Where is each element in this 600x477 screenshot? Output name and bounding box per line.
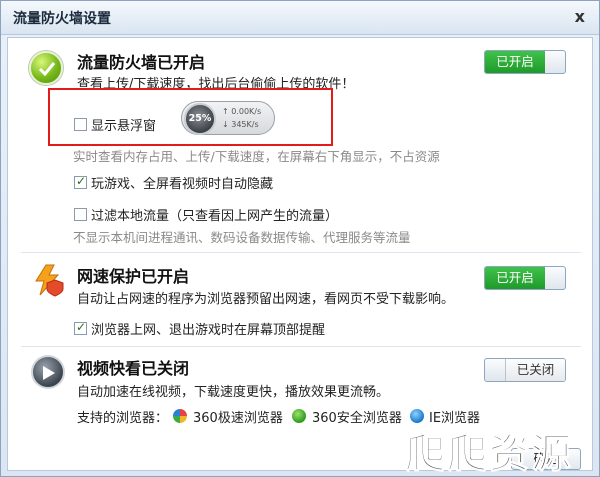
section-divider (21, 346, 581, 347)
watermark-logo: 爬爬资源 (405, 430, 573, 477)
speed-toggle-label: 已开启 (485, 267, 545, 289)
settings-window: 流量防火墙设置 x 流量防火墙已开启 查看上传/下载速度，找出后台偷偷上传的软件… (0, 0, 600, 477)
speed-title: 网速保护已开启 (77, 267, 190, 286)
browser-name: 360极速浏览器 (193, 411, 283, 426)
filter-local-label: 过滤本地流量（只查看因上网产生的流量） (91, 209, 339, 224)
float-window-description: 实时查看内存占用、上传/下载速度，在屏幕右下角显示，不占资源 (73, 149, 440, 164)
speed-description: 自动让占网速的程序为浏览器预留出网速，看网页不受下载影响。 (77, 292, 455, 307)
filter-local-checkbox[interactable] (74, 208, 87, 221)
video-toggle[interactable]: 已关闭 (484, 358, 566, 382)
firewall-toggle[interactable]: 已开启 (484, 50, 566, 74)
browser-name: 360安全浏览器 (312, 411, 402, 426)
video-play-icon (31, 355, 65, 389)
close-icon[interactable]: x (575, 7, 585, 26)
autohide-label: 玩游戏、全屏看视频时自动隐藏 (91, 177, 274, 192)
notify-label: 浏览器上网、退出游戏时在屏幕顶部提醒 (91, 323, 326, 338)
video-toggle-label: 已关闭 (505, 359, 565, 381)
window-title: 流量防火墙设置 (13, 11, 111, 27)
360-extreme-browser-icon (173, 409, 187, 423)
firewall-title: 流量防火墙已开启 (77, 53, 206, 72)
firewall-icon (29, 51, 63, 85)
highlight-box (48, 88, 333, 146)
section-divider (21, 252, 581, 253)
speed-shield-icon (31, 263, 65, 297)
autohide-checkbox[interactable] (74, 174, 87, 189)
video-title: 视频快看已关闭 (77, 359, 190, 378)
360-safe-browser-icon (292, 409, 306, 423)
firewall-toggle-label: 已开启 (485, 51, 545, 73)
title-bar: 流量防火墙设置 x (1, 1, 599, 35)
notify-checkbox[interactable] (74, 320, 87, 335)
speed-toggle[interactable]: 已开启 (484, 266, 566, 290)
browsers-label: 支持的浏览器： (77, 411, 169, 426)
video-description: 自动加速在线视频，下载速度更快，播放效果更流畅。 (77, 385, 390, 400)
filter-local-description: 不显示本机间进程通讯、数码设备数据传输、代理服务等流量 (73, 230, 411, 245)
